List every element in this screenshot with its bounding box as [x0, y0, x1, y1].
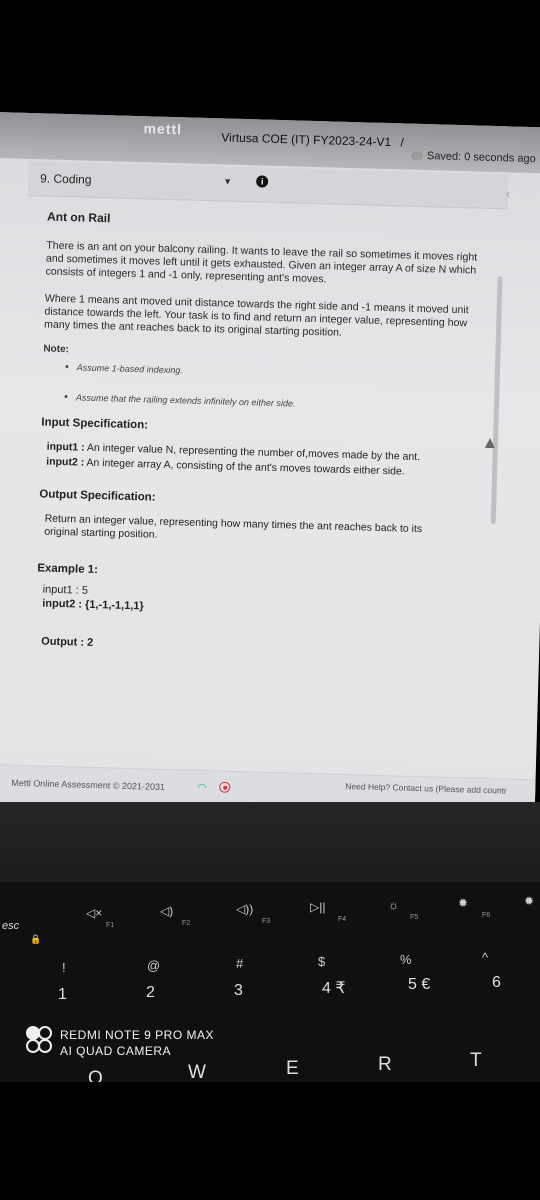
- question-content: Ant on Rail There is an ant on your balc…: [35, 210, 487, 661]
- copyright-text: Mettl Online Assessment © 2021-2031: [11, 777, 166, 793]
- example-output: Output : 2: [41, 635, 94, 649]
- lock-icon: 🔒: [30, 934, 42, 944]
- f4-key: F4: [338, 916, 347, 923]
- volume-down-icon: ◁): [160, 904, 174, 918]
- key-symbol: %: [400, 952, 412, 967]
- mute-icon: ◁×: [86, 906, 103, 920]
- brightness-icon: ✹: [524, 894, 535, 908]
- camera-lens-icon: [26, 1026, 52, 1054]
- problem-description-2: Where 1 means ant moved unit distance to…: [43, 292, 469, 339]
- save-status: Saved: 0 seconds ago: [410, 150, 536, 165]
- brightness-down-icon: ☼: [388, 898, 399, 912]
- key-letter: R: [378, 1054, 392, 1075]
- help-link[interactable]: Need Help? Contact us (Please add countr: [345, 781, 507, 796]
- f2-key: F2: [182, 920, 191, 927]
- question-number: 9. Coding: [39, 171, 92, 187]
- key-digit: 1: [58, 986, 67, 1003]
- note-item: Assume that the railing extends infinite…: [64, 391, 482, 415]
- key-letter: T: [470, 1050, 482, 1071]
- f5-key: F5: [410, 914, 419, 921]
- watermark-line2: AI QUAD CAMERA: [60, 1044, 172, 1058]
- volume-up-icon: ◁)): [236, 902, 254, 916]
- esc-key: esc: [2, 920, 20, 932]
- cloud-icon: [410, 151, 424, 161]
- key-digit: 2: [146, 984, 155, 1001]
- laptop-bezel: [0, 802, 540, 892]
- course-title: Virtusa COE (IT) FY2023-24-V1 /: [221, 130, 405, 150]
- play-pause-icon: ▷||: [310, 900, 326, 914]
- key-digit: 5 €: [408, 976, 431, 993]
- key-letter: E: [286, 1058, 299, 1079]
- key-letter: W: [188, 1062, 206, 1082]
- mouse-cursor-icon: [484, 437, 496, 449]
- problem-title: Ant on Rail: [46, 209, 111, 226]
- output-spec-heading: Output Specification:: [39, 488, 156, 504]
- laptop-screen: mettl Virtusa COE (IT) FY2023-24-V1 / Sa…: [0, 112, 540, 819]
- info-icon[interactable]: i: [255, 175, 269, 188]
- key-symbol: @: [147, 958, 161, 973]
- photo: mettl Virtusa COE (IT) FY2023-24-V1 / Sa…: [0, 112, 540, 1082]
- chevron-down-icon[interactable]: ▼: [223, 176, 232, 186]
- watermark-line1: REDMI NOTE 9 PRO MAX: [60, 1028, 215, 1042]
- app-logo: mettl: [143, 120, 183, 138]
- collapse-icon[interactable]: ‹: [506, 186, 510, 200]
- key-symbol: $: [318, 954, 326, 969]
- key-letter: Q: [88, 1068, 103, 1082]
- scrollbar[interactable]: [490, 276, 503, 525]
- output-spec: Return an integer value, representing ho…: [44, 512, 423, 541]
- wifi-icon: ◠: [197, 781, 207, 795]
- f6-key: F6: [482, 912, 491, 919]
- recording-icon: [219, 781, 231, 793]
- key-digit: 6: [492, 974, 501, 991]
- input-spec-heading: Input Specification:: [41, 416, 149, 432]
- problem-description: There is an ant on your balcony railing.…: [45, 239, 478, 286]
- key-digit: 3: [234, 982, 243, 999]
- key-symbol: !: [62, 960, 66, 975]
- example-heading: Example 1:: [37, 562, 99, 577]
- key-symbol: #: [236, 956, 244, 971]
- f3-key: F3: [262, 918, 271, 925]
- key-digit: 4 ₹: [322, 980, 346, 997]
- key-symbol: ^: [482, 950, 489, 965]
- f1-key: F1: [106, 922, 115, 929]
- brightness-up-icon: ✹: [458, 896, 469, 910]
